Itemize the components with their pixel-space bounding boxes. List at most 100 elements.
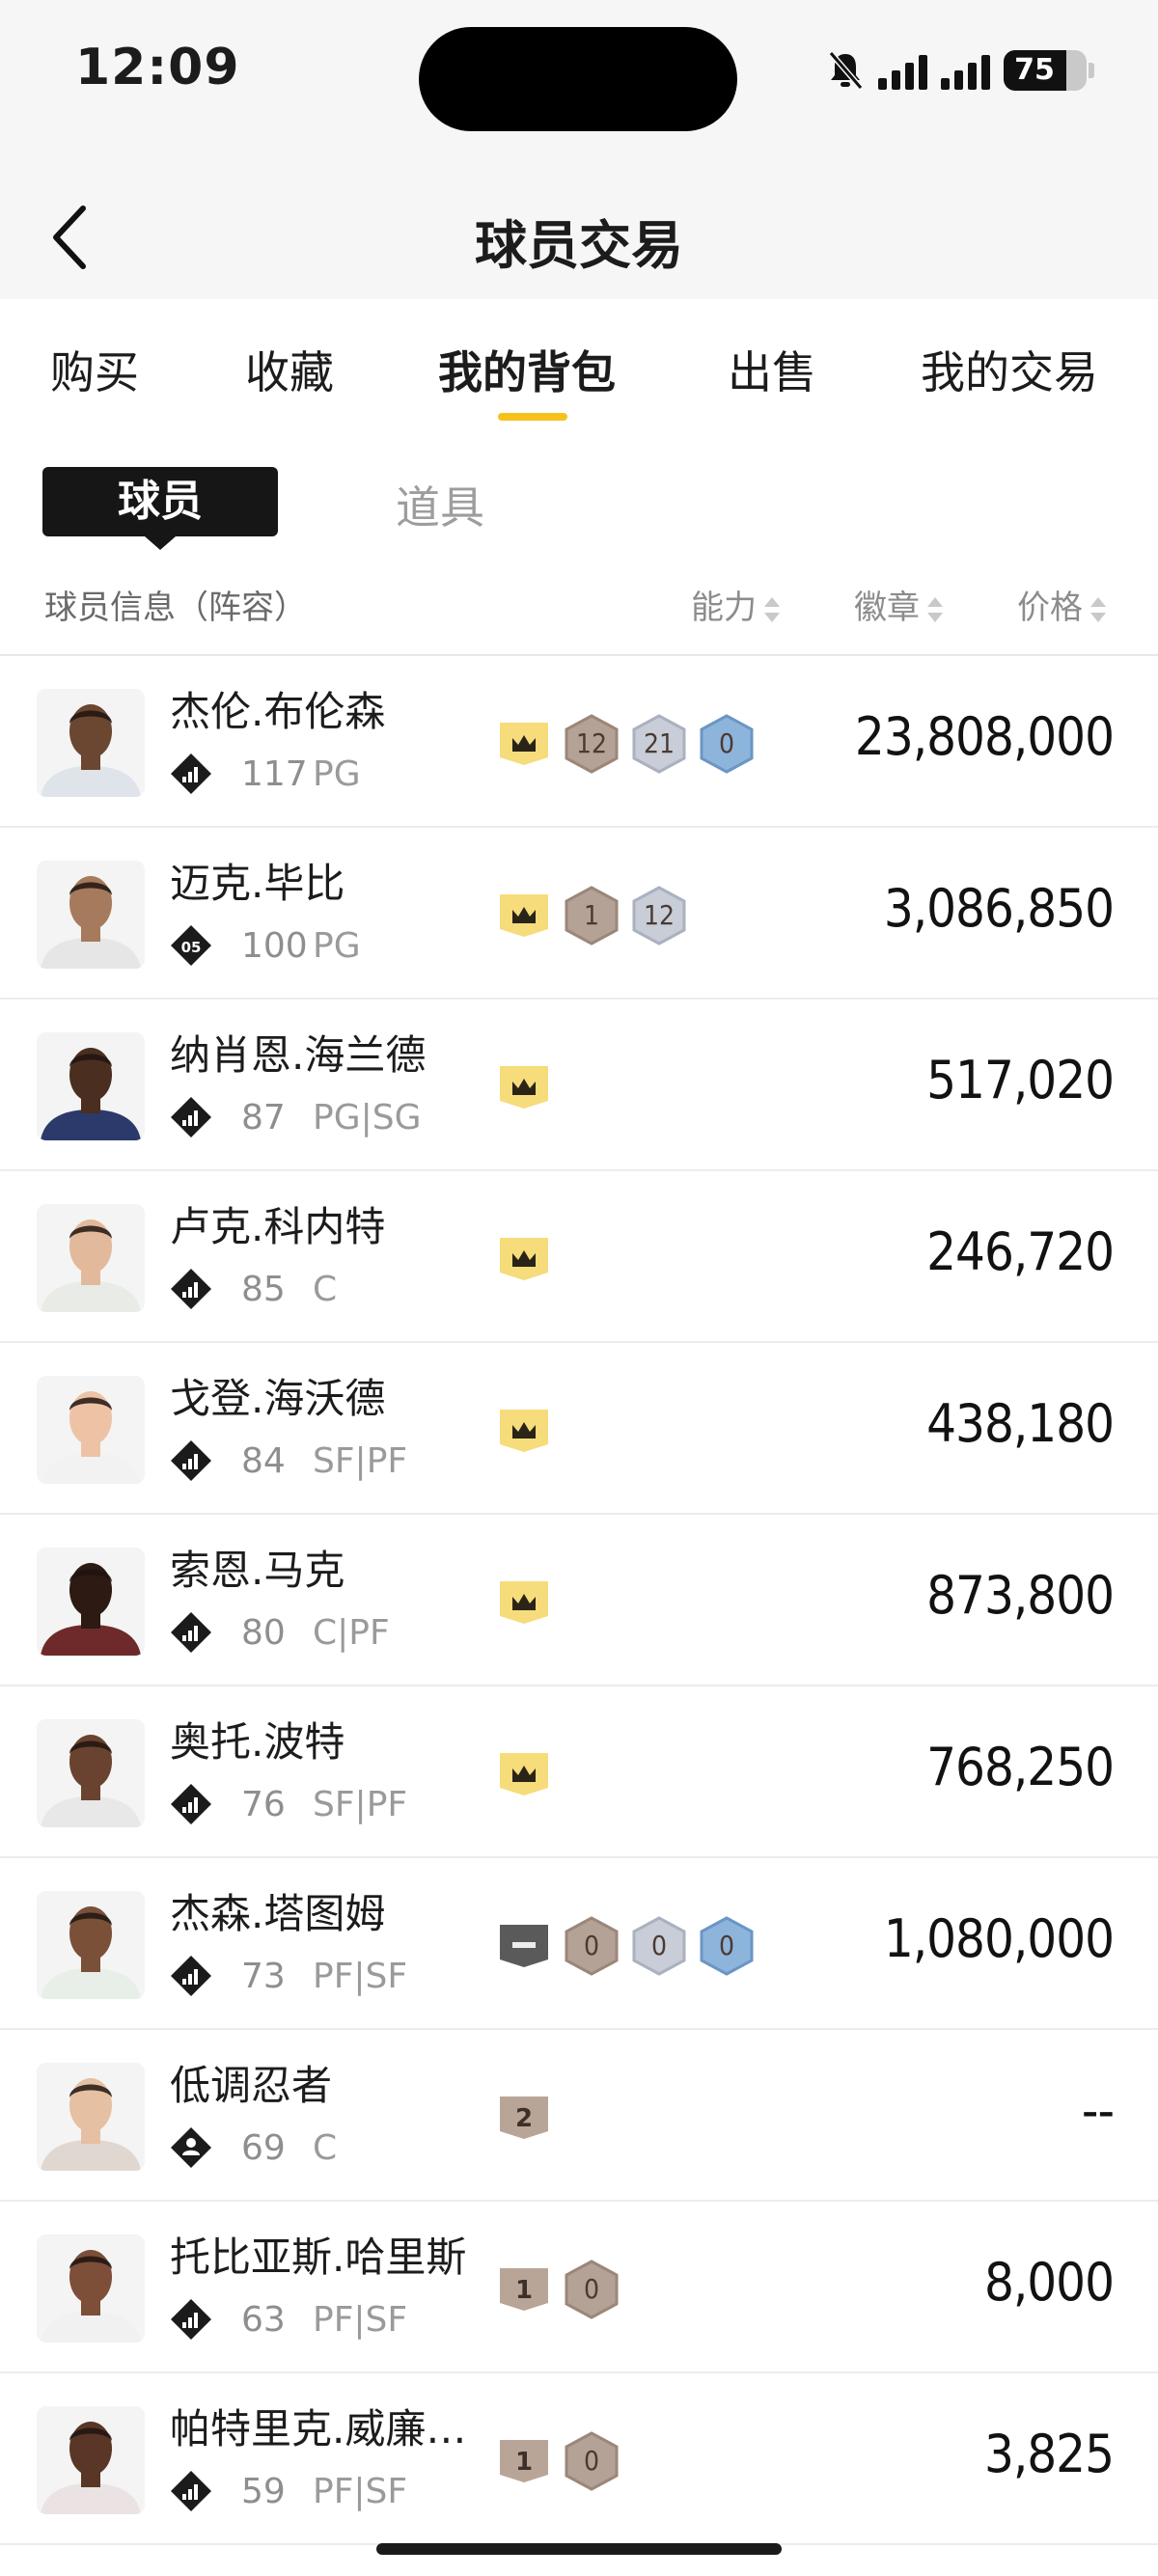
player-avatar: [37, 1032, 145, 1140]
tab-my-backpack[interactable]: 我的背包: [438, 338, 616, 401]
player-avatar: [37, 1204, 145, 1312]
signal-rank-icon: [170, 1439, 241, 1482]
player-meta: 85 C: [170, 1268, 337, 1310]
header-badge-sort[interactable]: 徽章: [854, 581, 943, 628]
player-meta: 69 C: [170, 2126, 337, 2169]
player-badges: 10: [496, 2260, 620, 2319]
status-icons: 75: [826, 48, 1094, 93]
player-price: 438,180: [926, 1393, 1115, 1454]
player-position: PF|SF: [313, 1956, 408, 1996]
cellular-signal-2-icon: [941, 51, 990, 90]
subtab-players[interactable]: 球员: [42, 467, 278, 536]
player-position: PG|SG: [313, 1097, 422, 1137]
subtab-items[interactable]: 道具: [396, 473, 484, 536]
player-rating: 73: [241, 1956, 286, 1996]
battery-level: 75: [1014, 53, 1055, 87]
signal-rank-icon: [170, 2470, 241, 2512]
player-meta: 80 C|PF: [170, 1611, 390, 1654]
tab-buy[interactable]: 购买: [50, 338, 139, 401]
player-meta: 117 PG: [170, 753, 361, 795]
player-rating: 85: [241, 1269, 286, 1309]
player-meta: 76 SF|PF: [170, 1783, 407, 1825]
player-position: PF|SF: [313, 2299, 408, 2340]
player-position: SF|PF: [313, 1440, 408, 1481]
player-position: C: [313, 1269, 338, 1309]
tab-my-trades[interactable]: 我的交易: [921, 338, 1098, 401]
player-badges: [496, 1744, 552, 1804]
signal-rank-icon: [170, 1611, 241, 1654]
level-2-badge-icon: 2: [500, 2096, 548, 2139]
player-badges: 2: [496, 2088, 552, 2148]
player-price: 517,020: [926, 1050, 1115, 1110]
svg-text:1: 1: [515, 2276, 533, 2305]
page-title: 球员交易: [475, 215, 683, 276]
person-rank-icon: [170, 2126, 241, 2169]
player-row[interactable]: 低调忍者 69 C 2 --: [0, 2030, 1158, 2202]
badge-count: 12: [575, 727, 608, 759]
player-row[interactable]: 戈登.海沃德 84 SF|PF 438,180: [0, 1343, 1158, 1515]
badge-count: 1: [583, 899, 600, 931]
status-bar: 12:09 75: [0, 0, 1158, 145]
tab-favorites[interactable]: 收藏: [245, 338, 334, 401]
player-row[interactable]: 杰伦.布伦森 117 PG 12 21 0 23,808,000: [0, 656, 1158, 828]
badge-count: 12: [643, 899, 676, 931]
player-rating: 100: [241, 925, 308, 966]
player-rating: 117: [241, 754, 308, 794]
player-name: 低调忍者: [170, 2062, 333, 2109]
signal-rank-icon: [170, 1096, 241, 1138]
player-position: SF|PF: [313, 1784, 408, 1824]
player-meta: 73 PF|SF: [170, 1955, 407, 1997]
player-row[interactable]: 托比亚斯.哈里斯 63 PF|SF 1 0 8,000: [0, 2202, 1158, 2373]
tab-sell[interactable]: 出售: [728, 338, 816, 401]
player-meta: 87 PG|SG: [170, 1096, 421, 1138]
badge-count: 0: [583, 1930, 600, 1961]
player-row[interactable]: 纳肖恩.海兰德 87 PG|SG 517,020: [0, 1000, 1158, 1171]
player-row[interactable]: 卢克.科内特 85 C 246,720: [0, 1171, 1158, 1343]
player-row[interactable]: 索恩.马克 80 C|PF 873,800: [0, 1515, 1158, 1686]
player-meta: 05 100 PG: [170, 924, 361, 967]
player-badges: [496, 1229, 552, 1289]
player-row[interactable]: 迈克.毕比 05 100 PG 1 12 3,086,850: [0, 828, 1158, 1000]
player-meta: 59 PF|SF: [170, 2470, 407, 2512]
badge-count: 0: [650, 1930, 668, 1961]
player-badges: 1 12: [496, 886, 687, 945]
main-tabs: 购买 收藏 我的背包 出售 我的交易: [0, 299, 1158, 434]
subtab-pointer: [145, 536, 176, 550]
battery-icon: 75: [1004, 50, 1087, 91]
crown-badge-icon: [500, 1581, 548, 1624]
badge-count-hex: 0: [564, 2431, 620, 2491]
svg-text:1: 1: [515, 2448, 533, 2477]
player-avatar: [37, 1719, 145, 1827]
player-price: 1,080,000: [883, 1908, 1115, 1969]
header-ability-sort[interactable]: 能力: [691, 581, 780, 628]
badge-count-hex: 21: [631, 714, 687, 774]
badge-count-hex: 0: [564, 2260, 620, 2319]
player-name: 卢克.科内特: [170, 1203, 386, 1250]
sort-icon: [764, 596, 780, 623]
player-price: 768,250: [926, 1737, 1115, 1797]
player-price: 246,720: [926, 1221, 1115, 1282]
player-price: 3,825: [983, 2424, 1115, 2484]
crown-badge-icon: [500, 1410, 548, 1452]
signal-rank-icon: [170, 753, 241, 795]
player-row[interactable]: 帕特里克.威廉… 59 PF|SF 1 0 3,825: [0, 2373, 1158, 2545]
player-row[interactable]: 杰森.塔图姆 73 PF|SF 0 0 0 1,080,000: [0, 1858, 1158, 2030]
signal-rank-icon: [170, 1268, 241, 1310]
player-row[interactable]: 奥托.波特 76 SF|PF 768,250: [0, 1686, 1158, 1858]
level-1-badge-icon: 1: [500, 2268, 548, 2311]
badge-count: 21: [643, 727, 676, 759]
badge-count: 0: [718, 727, 735, 759]
badge-count: 0: [583, 2445, 600, 2477]
player-price: --: [1081, 2080, 1115, 2141]
player-meta: 84 SF|PF: [170, 1439, 407, 1482]
bell-muted-icon: [828, 51, 864, 90]
header-badge-label: 徽章: [854, 589, 920, 627]
svg-text:2: 2: [515, 2104, 533, 2133]
level-1-badge-icon: 1: [500, 2440, 548, 2482]
player-rating: 80: [241, 1612, 286, 1653]
player-badges: [496, 1401, 552, 1461]
player-name: 奥托.波特: [170, 1718, 345, 1766]
signal-rank-icon: [170, 1783, 241, 1825]
header-price-sort[interactable]: 价格: [1017, 581, 1106, 628]
player-badges: 0 0 0: [496, 1916, 755, 1976]
